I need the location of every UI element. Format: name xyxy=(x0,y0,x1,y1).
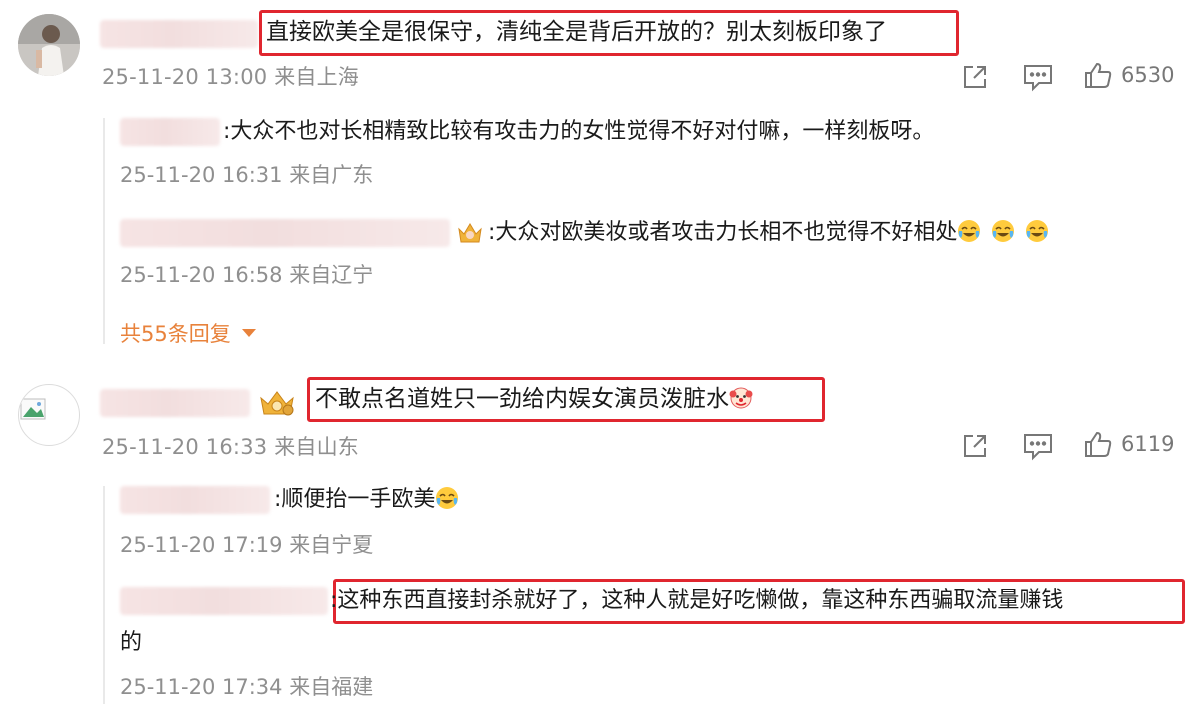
like-button[interactable]: 6119 xyxy=(1083,429,1174,459)
laugh-cry-emoji xyxy=(1025,219,1049,243)
reply-text-content: :大众对欧美妆或者攻击力长相不也觉得不好相处 xyxy=(488,220,958,245)
reply-text: :顺便抬一手欧美 xyxy=(274,485,459,515)
comment-text-content: 不敢点名道姓只一劲给内娱女演员泼脏水 xyxy=(315,386,729,412)
like-icon xyxy=(1083,60,1113,90)
share-button[interactable] xyxy=(960,62,990,92)
crown-icon xyxy=(456,220,484,250)
reply-text-continued: 的 xyxy=(120,630,143,655)
reply-meta: 25-11-20 16:31 来自广东 xyxy=(120,163,374,187)
username-redacted[interactable] xyxy=(120,219,450,247)
crown-icon xyxy=(258,388,296,422)
more-replies-link[interactable]: 共55条回复 xyxy=(120,318,257,348)
reply-text: :这种东西直接封杀就好了，这种人就是好吃懒做，靠这种东西骗取流量赚钱 xyxy=(330,588,1064,613)
laugh-cry-emoji xyxy=(957,219,981,243)
clown-emoji xyxy=(729,386,753,410)
share-icon xyxy=(960,431,990,461)
comment-meta: 25-11-20 16:33 来自山东 xyxy=(102,435,359,459)
comment-text: 不敢点名道姓只一劲给内娱女演员泼脏水 xyxy=(315,384,753,414)
reply-thread-line xyxy=(103,486,105,704)
username-redacted[interactable] xyxy=(120,118,220,146)
username-redacted[interactable] xyxy=(120,587,328,615)
share-button[interactable] xyxy=(960,431,990,461)
reply-meta: 25-11-20 17:19 来自宁夏 xyxy=(120,533,374,557)
username-redacted[interactable] xyxy=(120,486,270,514)
reply-meta: 25-11-20 16:58 来自辽宁 xyxy=(120,263,374,287)
share-icon xyxy=(960,62,990,92)
reply-thread-line xyxy=(103,118,105,344)
avatar[interactable] xyxy=(18,14,80,76)
like-count: 6119 xyxy=(1121,432,1175,456)
avatar[interactable] xyxy=(18,384,80,446)
chevron-down-icon xyxy=(241,319,257,343)
comment-icon xyxy=(1022,62,1054,92)
comment-button[interactable] xyxy=(1022,62,1054,92)
username-redacted[interactable] xyxy=(100,389,250,417)
laugh-cry-emoji xyxy=(435,486,459,510)
like-icon xyxy=(1083,429,1113,459)
comment-meta: 25-11-20 13:00 来自上海 xyxy=(102,65,359,89)
like-button[interactable]: 6530 xyxy=(1083,60,1174,90)
more-replies-label: 共55条回复 xyxy=(120,322,231,346)
laugh-cry-emoji xyxy=(991,219,1015,243)
reply-text: :大众不也对长相精致比较有攻击力的女性觉得不好对付嘛，一样刻板呀。 xyxy=(223,119,935,144)
username-redacted[interactable] xyxy=(100,20,258,48)
reply-text-content: :顺便抬一手欧美 xyxy=(274,487,436,512)
comment-icon xyxy=(1022,431,1054,461)
comment-button[interactable] xyxy=(1022,431,1054,461)
reply-text: :大众对欧美妆或者攻击力长相不也觉得不好相处 xyxy=(488,218,1049,248)
reply-meta: 25-11-20 17:34 来自福建 xyxy=(120,675,374,699)
comment-text: 直接欧美全是很保守，清纯全是背后开放的？别太刻板印象了 xyxy=(266,19,887,45)
like-count: 6530 xyxy=(1121,63,1175,87)
